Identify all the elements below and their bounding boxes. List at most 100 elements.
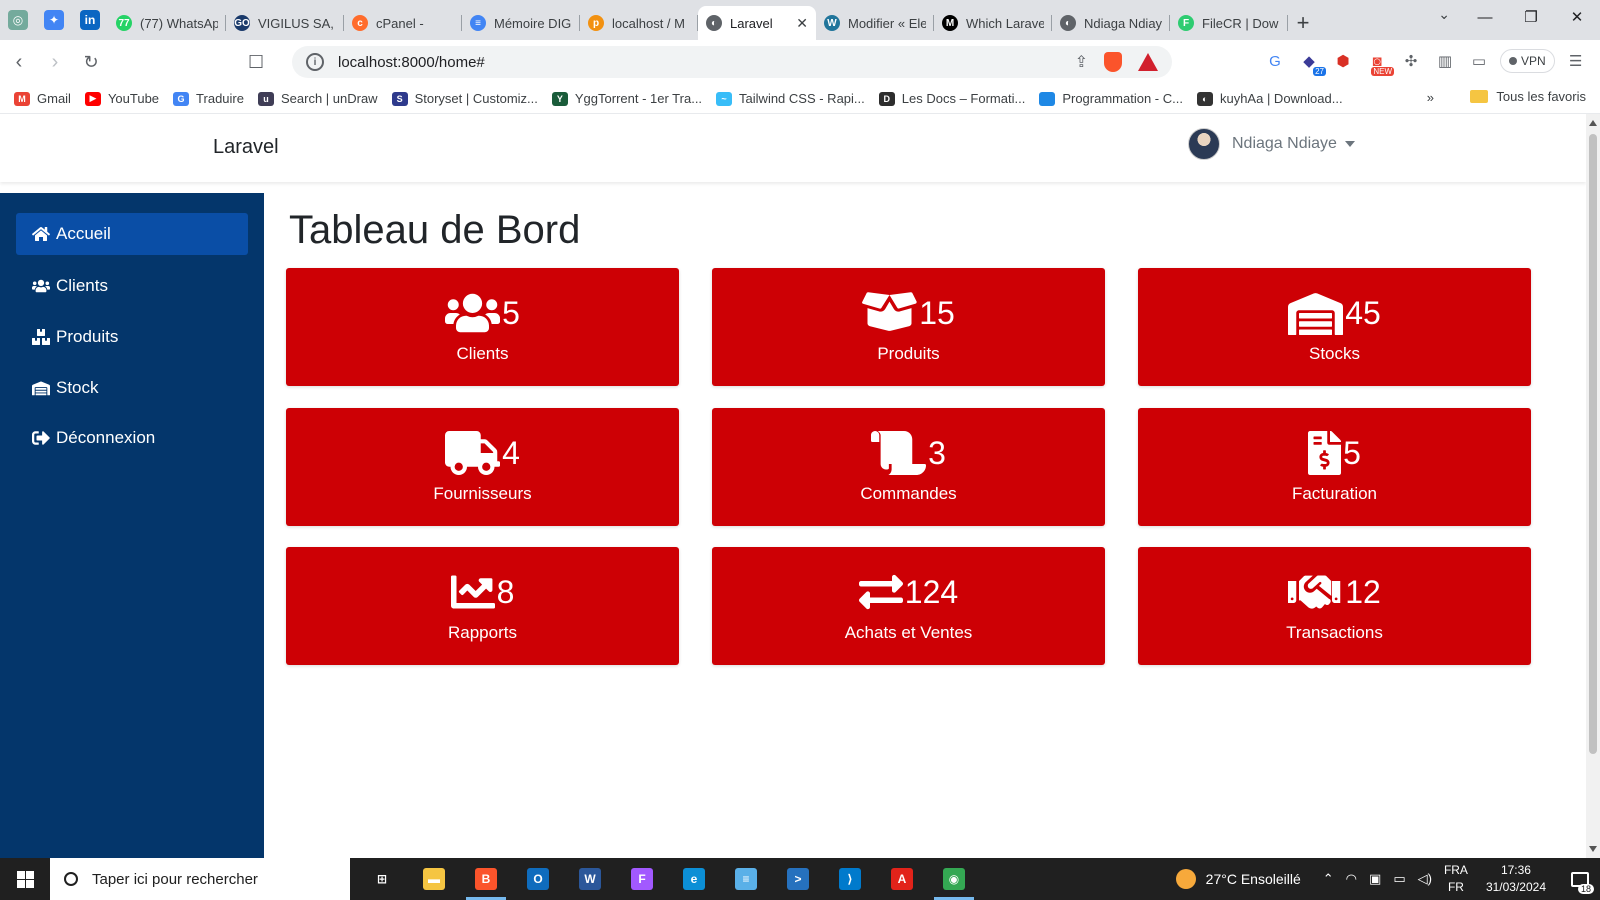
clock[interactable]: 17:36 31/03/2024 [1486,862,1546,896]
back-icon[interactable]: ‹ [2,45,36,79]
brave-shields-icon[interactable] [1104,52,1122,72]
extensions-area: G ◆ 27 ⬢ ◙ NEW ✣ ▥ ▭ VPN ☰ [1262,46,1589,76]
dashboard-card-achats-et-ventes[interactable]: 124 Achats et Ventes [712,547,1105,665]
scroll-down-icon[interactable] [1589,846,1597,852]
sidebar-item-dconnexion[interactable]: Déconnexion [16,417,248,459]
shield-extension-icon[interactable]: ⬢ [1330,46,1356,76]
volume-icon[interactable]: ◁) [1418,871,1432,887]
minimize-button[interactable]: — [1462,0,1508,34]
bookmark-item[interactable]: u Search | unDraw [257,91,378,106]
outlook-taskbar-button[interactable]: O [512,858,564,900]
brave-taskbar-button[interactable]: B [460,858,512,900]
close-tab-icon[interactable]: ✕ [796,15,808,32]
battery-icon[interactable]: ▭ [1393,871,1405,887]
dashboard-card-fournisseurs[interactable]: 4 Fournisseurs [286,408,679,526]
all-favorites-folder[interactable]: Tous les favoris [1470,89,1586,104]
network-icon[interactable]: ◠ [1346,871,1357,887]
tab-active[interactable]: ◐ Laravel ✕ [698,6,816,40]
card-count: 124 [904,574,959,610]
vscode-taskbar-button[interactable]: ⟩ [824,858,876,900]
bookmark-item[interactable]: S Storyset | Customiz... [391,91,538,106]
bookmark-star-icon[interactable]: ☐ [248,52,264,73]
bookmark-item[interactable]: M Gmail [14,91,71,106]
share-icon[interactable]: ⇪ [1075,52,1088,72]
dashboard-card-commandes[interactable]: 3 Commandes [712,408,1105,526]
tab[interactable]: GO VIGILUS SA, c [226,6,344,40]
bookmark-item[interactable]: Programmation - C... [1039,91,1183,106]
dashboard-card-facturation[interactable]: 5 Facturation [1138,408,1531,526]
brand-link[interactable]: Laravel [213,136,279,159]
dashboard-card-clients[interactable]: 5 Clients [286,268,679,386]
menu-icon[interactable]: ☰ [1563,46,1589,76]
notification-center-button[interactable]: 18 [1560,858,1600,900]
new-tab-button[interactable]: + [1288,6,1318,40]
tab[interactable]: ◐ Ndiaga Ndiay [1052,6,1170,40]
bookmarks-overflow-button[interactable]: » [1427,90,1434,105]
file-explorer-taskbar-button[interactable]: ▬ [408,858,460,900]
figma-taskbar-button[interactable]: F [616,858,668,900]
sidebar-item-label: Produits [56,327,119,346]
scrollbar-thumb[interactable] [1589,134,1597,754]
bookmark-item[interactable]: ~ Tailwind CSS - Rapi... [716,91,865,106]
sidebar-item-stock[interactable]: Stock [16,367,248,409]
restore-button[interactable]: ❐ [1508,0,1554,34]
tab[interactable]: 77 (77) WhatsAp [108,6,226,40]
chrome-taskbar-button[interactable]: ◉ [928,858,980,900]
display-icon[interactable]: ▣ [1369,871,1381,887]
tab[interactable]: F FileCR | Dow [1170,6,1288,40]
bookmark-item[interactable]: Y YggTorrent - 1er Tra... [551,91,702,106]
sidebar-item-clients[interactable]: Clients [16,265,248,307]
translate-extension-icon[interactable]: G [1262,46,1288,76]
bookmark-favicon-icon: Y [551,91,568,106]
tab-search-icon[interactable]: ⌄ [1438,6,1450,23]
powershell-taskbar-button[interactable]: > [772,858,824,900]
acrobat-taskbar-button[interactable]: A [876,858,928,900]
bookmark-item[interactable]: ◐ kuyhAa | Download... [1196,91,1343,106]
pinned-tab[interactable]: ◎ [0,0,36,40]
puzzle-extensions-icon[interactable]: ✣ [1398,46,1424,76]
brave-rewards-icon[interactable] [1138,53,1158,71]
tab-favicon-icon: GO [234,15,250,31]
dashboard-card-transactions[interactable]: 12 Transactions [1138,547,1531,665]
sidebar-item-accueil[interactable]: Accueil [16,213,248,255]
word-taskbar-button[interactable]: W [564,858,616,900]
task-view-taskbar-button[interactable]: ⊞ [356,858,408,900]
sidebar-item-produits[interactable]: Produits [16,316,248,358]
language-indicator[interactable]: FRA FR [1444,862,1468,896]
url-text[interactable]: localhost:8000/home# [338,54,485,71]
address-bar[interactable]: i localhost:8000/home# ⇪ [292,46,1172,78]
weather-widget[interactable]: 27°C Ensoleillé [1175,869,1301,889]
forward-icon[interactable]: › [38,45,72,79]
dashboard-card-stocks[interactable]: 45 Stocks [1138,268,1531,386]
tab[interactable]: W Modifier « Ele [816,6,934,40]
new-extension-icon[interactable]: ◙ NEW [1364,46,1394,76]
tab[interactable]: M Which Larave [934,6,1052,40]
user-dropdown[interactable]: Ndiaga Ndiaye [1188,128,1355,160]
taskbar-search-box[interactable]: Taper ici pour rechercher [50,858,350,900]
reload-icon[interactable]: ↻ [74,45,108,79]
page-scrollbar[interactable] [1586,114,1600,858]
bookmark-item[interactable]: G Traduire [173,91,244,106]
chevron-up-icon[interactable]: ⌃ [1323,871,1334,887]
start-button[interactable] [0,858,50,900]
dashboard-card-produits[interactable]: 15 Produits [712,268,1105,386]
bookmark-item[interactable]: ▶ YouTube [84,91,159,106]
sidebar-toggle-icon[interactable]: ▥ [1432,46,1458,76]
education-extension-icon[interactable]: ◆ 27 [1296,46,1326,76]
pinned-tab[interactable]: in [72,0,108,40]
notepad-taskbar-button[interactable]: ≡ [720,858,772,900]
tab[interactable]: p localhost / M [580,6,698,40]
bookmark-item[interactable]: D Les Docs – Formati... [878,91,1025,106]
tab[interactable]: c cPanel - [344,6,462,40]
scroll-up-icon[interactable] [1589,120,1597,126]
site-info-icon[interactable]: i [306,53,324,71]
page-title: Tableau de Bord [289,208,581,252]
chevron-down-icon [1344,141,1355,147]
dashboard-card-rapports[interactable]: 8 Rapports [286,547,679,665]
tab[interactable]: ≡ Mémoire DIG [462,6,580,40]
close-window-button[interactable]: ✕ [1554,0,1600,34]
wallet-icon[interactable]: ▭ [1466,46,1492,76]
edge-taskbar-button[interactable]: e [668,858,720,900]
vpn-button[interactable]: VPN [1500,49,1555,73]
pinned-tab[interactable]: ✦ [36,0,72,40]
